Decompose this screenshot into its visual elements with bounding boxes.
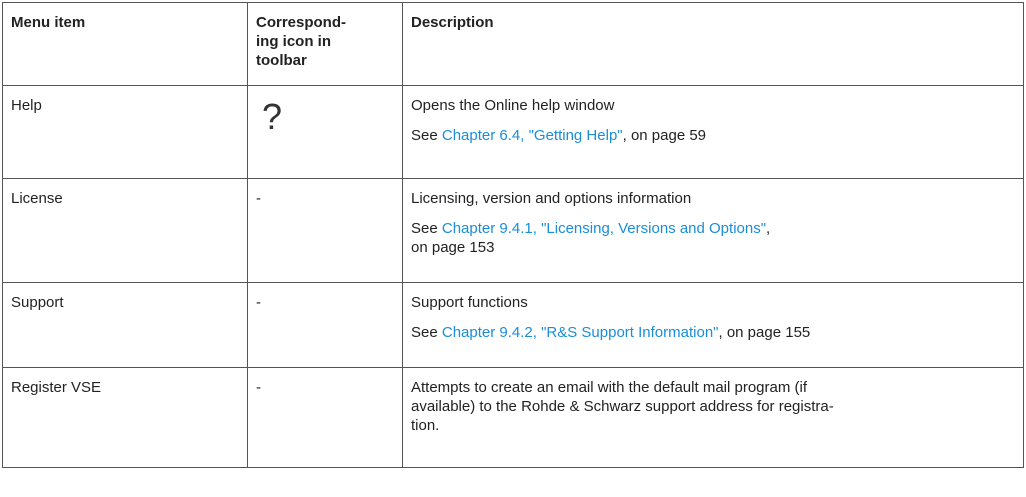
see-suffix: , on page 59	[622, 127, 707, 144]
toolbar-icon-cell: -	[247, 178, 403, 283]
description-text: Licensing, version and options informati…	[411, 190, 692, 207]
see-reference: See Chapter 9.4.2, "R&S Support Informat…	[411, 323, 1015, 342]
header-toolbar-icon: Correspond- ing icon in toolbar	[247, 2, 403, 86]
see-reference: See Chapter 6.4, "Getting Help", on page…	[411, 126, 1015, 145]
chapter-link-support-information[interactable]: Chapter 9.4.2, "R&S Support Information"	[442, 324, 719, 341]
table-row-support: Support - Support functions See Chapter …	[2, 282, 1024, 368]
no-icon-dash: -	[256, 379, 261, 396]
question-mark-icon: ?	[262, 96, 283, 137]
header-toolbar-icon-line1: Correspond-	[256, 14, 346, 31]
see-prefix: See	[411, 220, 442, 237]
see-prefix: See	[411, 127, 442, 144]
chapter-link-licensing[interactable]: Chapter 9.4.1, "Licensing, Versions and …	[442, 220, 766, 237]
description-text-line3: tion.	[411, 417, 440, 434]
description-support: Support functions See Chapter 9.4.2, "R&…	[402, 282, 1024, 368]
description-text-line2: available) to the Rohde & Schwarz suppor…	[411, 398, 834, 415]
header-description: Description	[402, 2, 1024, 86]
table-row-register: Register VSE - Attempts to create an ema…	[2, 367, 1024, 468]
see-suffix-page: on page 153	[411, 239, 495, 256]
description-register: Attempts to create an email with the def…	[402, 367, 1024, 468]
table-row-license: License - Licensing, version and options…	[2, 178, 1024, 283]
table-row-help: Help ? Opens the Online help window See …	[2, 85, 1024, 179]
toolbar-icon-cell: -	[247, 282, 403, 368]
header-toolbar-icon-line2: ing icon in	[256, 33, 331, 50]
menu-item-support: Support	[2, 282, 248, 368]
toolbar-icon-cell: ?	[247, 85, 403, 179]
no-icon-dash: -	[256, 190, 261, 207]
menu-item-help: Help	[2, 85, 248, 179]
table-header-row: Menu item Correspond- ing icon in toolba…	[2, 2, 1024, 86]
header-toolbar-icon-line3: toolbar	[256, 52, 307, 69]
menu-items-table: Menu item Correspond- ing icon in toolba…	[2, 2, 1024, 468]
see-reference: See Chapter 9.4.1, "Licensing, Versions …	[411, 219, 1015, 257]
menu-item-license: License	[2, 178, 248, 283]
description-help: Opens the Online help window See Chapter…	[402, 85, 1024, 179]
description-license: Licensing, version and options informati…	[402, 178, 1024, 283]
description-text: Opens the Online help window	[411, 97, 615, 114]
toolbar-icon-cell: -	[247, 367, 403, 468]
description-text-line1: Attempts to create an email with the def…	[411, 379, 808, 396]
chapter-link-getting-help[interactable]: Chapter 6.4, "Getting Help"	[442, 127, 623, 144]
see-prefix: See	[411, 324, 442, 341]
menu-item-register-vse: Register VSE	[2, 367, 248, 468]
description-text: Support functions	[411, 294, 528, 311]
no-icon-dash: -	[256, 294, 261, 311]
header-menu-item: Menu item	[2, 2, 248, 86]
see-suffix: , on page 155	[718, 324, 811, 341]
see-suffix: ,	[766, 220, 771, 237]
